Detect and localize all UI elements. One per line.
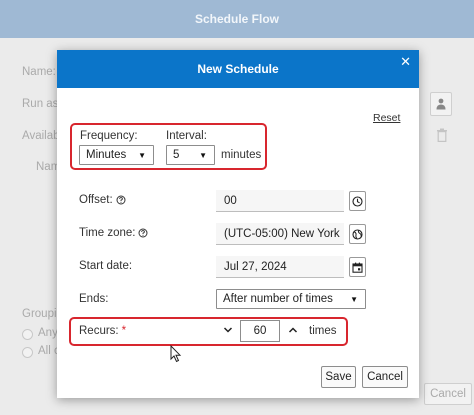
trash-icon[interactable]	[436, 128, 448, 142]
chevron-down-icon: ▼	[138, 151, 146, 160]
frequency-value: Minutes	[86, 149, 127, 161]
mouse-cursor-icon	[170, 345, 182, 363]
ends-value: After number of times	[223, 293, 333, 305]
reset-link[interactable]: Reset	[373, 112, 400, 124]
start-date-calendar-button[interactable]	[349, 257, 366, 277]
close-icon[interactable]: ✕	[400, 54, 411, 70]
start-date-label: Start date:	[79, 260, 133, 272]
new-schedule-title: New Schedule	[197, 62, 279, 76]
interval-select[interactable]: 5 ▼	[166, 145, 215, 165]
bg-available-label: Availab	[22, 130, 60, 142]
ends-label: Ends:	[79, 293, 109, 305]
offset-label: Offset:	[79, 194, 126, 206]
cancel-button[interactable]: Cancel	[362, 366, 408, 388]
bg-all-radio[interactable]	[22, 347, 33, 358]
save-button[interactable]: Save	[321, 366, 356, 388]
bg-user-button[interactable]	[430, 92, 452, 116]
globe-icon	[352, 228, 363, 240]
required-mark: *	[121, 325, 127, 337]
ends-select[interactable]: After number of times ▼	[216, 289, 366, 309]
bg-any-label: Any	[38, 327, 58, 339]
bg-cancel-button[interactable]: Cancel	[424, 383, 472, 405]
bg-grouping-label: Groupi	[22, 308, 57, 320]
chevron-up-icon[interactable]	[288, 326, 298, 334]
chevron-down-icon[interactable]	[223, 326, 233, 334]
offset-input[interactable]: 00	[216, 190, 344, 212]
chevron-down-icon: ▼	[199, 151, 207, 160]
chevron-down-icon: ▼	[350, 295, 358, 304]
calendar-icon	[352, 262, 363, 273]
help-circle-icon	[116, 195, 126, 205]
time-zone-globe-button[interactable]	[349, 224, 366, 244]
new-schedule-dialog: New Schedule ✕ Reset Frequency: Minutes …	[57, 50, 419, 398]
recurs-unit: times	[309, 325, 337, 337]
recurs-label: Recurs: *	[79, 325, 127, 337]
bg-name-label: Name:	[22, 66, 56, 78]
clock-icon	[352, 195, 363, 207]
schedule-flow-header: Schedule Flow	[0, 0, 474, 38]
help-circle-icon	[138, 228, 148, 238]
bg-any-radio[interactable]	[22, 329, 33, 340]
bg-run-as-label: Run as:	[22, 98, 62, 110]
start-date-input[interactable]: Jul 27, 2024	[216, 256, 344, 278]
frequency-select[interactable]: Minutes ▼	[79, 145, 154, 165]
time-zone-label: Time zone:	[79, 227, 148, 239]
offset-clock-button[interactable]	[349, 191, 366, 211]
user-icon	[436, 98, 446, 110]
time-zone-input[interactable]: (UTC-05:00) New York	[216, 223, 344, 245]
interval-unit: minutes	[221, 149, 262, 161]
interval-label: Interval:	[166, 130, 207, 142]
schedule-flow-title: Schedule Flow	[194, 12, 279, 26]
recurs-count-input[interactable]: 60	[240, 320, 280, 342]
frequency-label: Frequency:	[80, 130, 138, 142]
interval-value: 5	[173, 149, 180, 161]
new-schedule-header: New Schedule ✕	[57, 50, 419, 88]
